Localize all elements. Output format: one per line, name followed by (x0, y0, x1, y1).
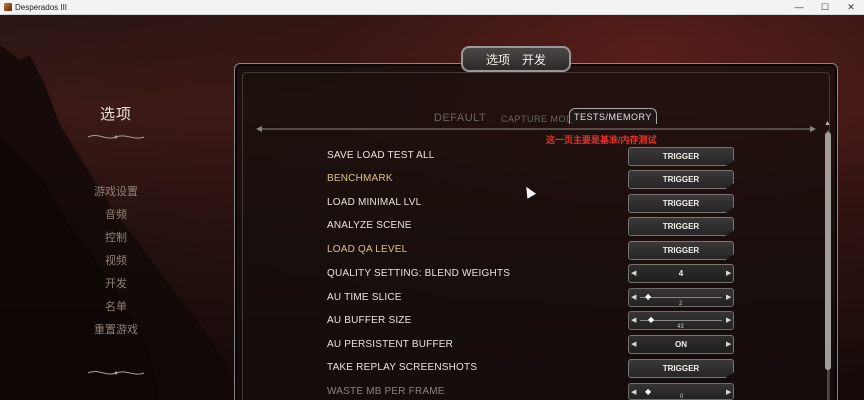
au-buffer-size-value: 43 (677, 324, 684, 330)
load-qa-level-trigger-button[interactable]: TRIGGER (628, 241, 734, 260)
row-label-load-minimal-lvl: LOAD MINIMAL LVL (327, 197, 422, 208)
close-button[interactable]: ✕ (838, 0, 864, 14)
au-time-slice-knob-icon[interactable]: ◆ (645, 292, 651, 301)
tab-capture-mode[interactable]: CAPTURE MODE (501, 114, 580, 124)
scroll-up-arrow-icon[interactable]: ▲ (824, 120, 831, 127)
panel-header: 选项 开发 (461, 46, 571, 72)
row-label-save-load-test-all: SAVE LOAD TEST ALL (327, 150, 435, 161)
menu-item-reset-game[interactable]: 重置游戏 (0, 319, 232, 342)
menu-item-audio[interactable]: 音频 (0, 204, 232, 227)
waste-mb-value: 0 (680, 394, 684, 400)
row-label-au-persistent-buffer: AU PERSISTENT BUFFER (327, 339, 454, 350)
au-persistent-buffer-toggle[interactable]: ON (628, 335, 734, 354)
tabs-divider (256, 126, 816, 132)
take-replay-screenshots-trigger-button[interactable]: TRIGGER (628, 359, 734, 378)
au-time-slice-value: 2 (679, 301, 683, 307)
tab-default[interactable]: DEFAULT (434, 112, 486, 124)
blend-weights-left-arrow-icon[interactable]: ◀ (631, 269, 636, 277)
minimize-button[interactable]: — (786, 0, 812, 14)
row-label-au-time-slice: AU TIME SLICE (327, 292, 402, 303)
au-buffer-size-right-arrow-icon[interactable]: ▶ (726, 316, 731, 324)
au-buffer-size-left-arrow-icon[interactable]: ◀ (631, 316, 636, 324)
menu-items: 游戏设置 音频 控制 视频 开发 名单 重置游戏 (0, 181, 232, 342)
row-label-analyze-scene: ANALYZE SCENE (327, 220, 412, 231)
menu-item-controls[interactable]: 控制 (0, 227, 232, 250)
game-window: Desperados III — ☐ ✕ 选项 游戏设置 音频 控制 视频 开发… (0, 0, 864, 400)
au-time-slice-right-arrow-icon[interactable]: ▶ (726, 293, 731, 301)
load-minimal-lvl-trigger-button[interactable]: TRIGGER (628, 194, 734, 213)
au-buffer-size-knob-icon[interactable]: ◆ (648, 315, 654, 324)
title-bar: Desperados III — ☐ ✕ (0, 0, 864, 15)
waste-mb-right-arrow-icon[interactable]: ▶ (726, 388, 731, 396)
row-label-load-qa-level: LOAD QA LEVEL (327, 244, 408, 255)
menu-item-development[interactable]: 开发 (0, 273, 232, 296)
row-label-waste-mb-per-frame: WASTE MB PER FRAME (327, 386, 445, 397)
row-label-au-buffer-size: AU BUFFER SIZE (327, 315, 412, 326)
maximize-button[interactable]: ☐ (812, 0, 838, 14)
save-load-test-all-trigger-button[interactable]: TRIGGER (628, 147, 734, 166)
menu-item-video[interactable]: 视频 (0, 250, 232, 273)
menu-item-game-settings[interactable]: 游戏设置 (0, 181, 232, 204)
app-icon (4, 3, 12, 11)
blend-weights-selector[interactable]: 4 (628, 264, 734, 283)
row-label-take-replay-screenshots: TAKE REPLAY SCREENSHOTS (327, 362, 478, 373)
tab-tests-memory[interactable]: TESTS/MEMORY (569, 108, 657, 124)
au-persistent-buffer-right-arrow-icon[interactable]: ▶ (726, 340, 731, 348)
page-annotation: 这一页主要是基准/内存测试 (546, 135, 657, 145)
menu-item-credits[interactable]: 名单 (0, 296, 232, 319)
analyze-scene-trigger-button[interactable]: TRIGGER (628, 217, 734, 236)
benchmark-trigger-button[interactable]: TRIGGER (628, 170, 734, 189)
waste-mb-left-arrow-icon[interactable]: ◀ (631, 388, 636, 396)
row-label-quality-setting-blend-weights: QUALITY SETTING: BLEND WEIGHTS (327, 268, 511, 279)
window-controls: — ☐ ✕ (786, 0, 864, 14)
window-title: Desperados III (15, 2, 68, 12)
header-options-label: 选项 (485, 52, 510, 67)
au-time-slice-left-arrow-icon[interactable]: ◀ (631, 293, 636, 301)
au-persistent-buffer-left-arrow-icon[interactable]: ◀ (631, 340, 636, 348)
menu-ornament-bottom (87, 370, 145, 375)
header-dev-label: 开发 (522, 52, 547, 67)
row-label-benchmark: BENCHMARK (327, 173, 393, 184)
menu-ornament-top (87, 134, 145, 139)
menu-title: 选项 (99, 106, 132, 123)
scroll-thumb[interactable] (825, 132, 831, 370)
waste-mb-knob-icon[interactable]: ◆ (645, 387, 651, 396)
panel-scrollbar[interactable]: ▲ (824, 120, 832, 400)
blend-weights-right-arrow-icon[interactable]: ▶ (726, 269, 731, 277)
au-time-slice-track (640, 297, 722, 298)
